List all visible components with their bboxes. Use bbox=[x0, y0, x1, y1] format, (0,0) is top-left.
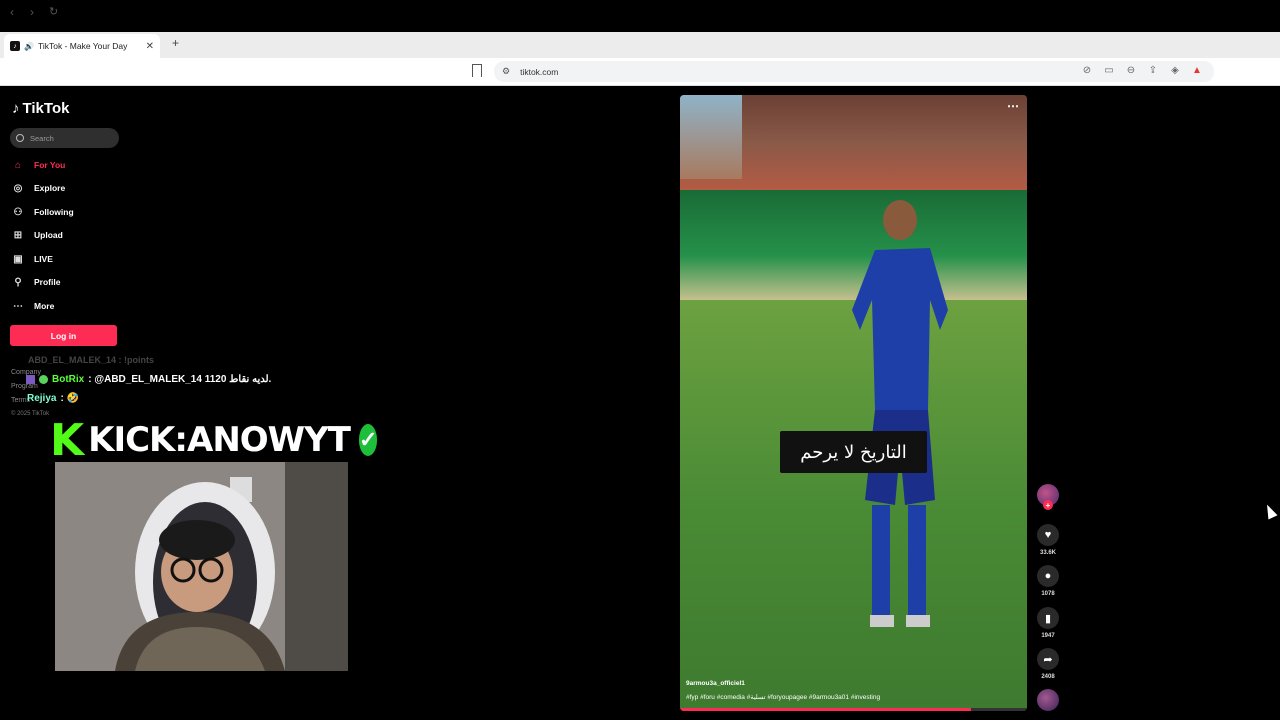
speaker-icon[interactable]: 🔊 bbox=[24, 42, 34, 51]
share-count: 2408 bbox=[1041, 674, 1055, 680]
live-icon: ▣ bbox=[13, 253, 23, 265]
share-page-icon[interactable]: ⇪ bbox=[1147, 65, 1159, 76]
kick-banner: K KICK:ANOWYT ✓ bbox=[50, 412, 381, 468]
video-player-figure bbox=[852, 200, 948, 627]
nav-explore[interactable]: ◎ Explore bbox=[12, 182, 66, 194]
browser-tab[interactable]: ♪ 🔊 TikTok - Make Your Day ✕ bbox=[4, 34, 160, 58]
verified-check-icon: ✓ bbox=[356, 421, 381, 459]
browser-tab-bar: ♪ 🔊 TikTok - Make Your Day ✕ bbox=[0, 32, 1280, 58]
site-info-icon[interactable]: ⚙ bbox=[502, 66, 510, 77]
share-icon[interactable]: ➦ bbox=[1037, 648, 1059, 670]
back-icon[interactable]: ‹ bbox=[10, 5, 14, 19]
video-reaction-face bbox=[680, 95, 742, 179]
brave-shield-icon[interactable]: ◈ bbox=[1169, 65, 1181, 76]
tracking-off-icon[interactable]: ⊘ bbox=[1081, 65, 1093, 76]
comment-count: 1078 bbox=[1041, 591, 1055, 597]
nav-for-you[interactable]: ⌂ For You bbox=[12, 159, 65, 171]
compass-icon: ◎ bbox=[13, 182, 23, 194]
comment-icon[interactable]: ● bbox=[1037, 565, 1059, 587]
share-action[interactable]: ➦ 2408 bbox=[1037, 648, 1059, 680]
like-count: 33.6K bbox=[1039, 550, 1056, 556]
tiktok-logo-text: TikTok bbox=[22, 100, 70, 117]
more-icon: ⋯ bbox=[13, 300, 23, 312]
streamer-webcam bbox=[55, 462, 348, 671]
bookmark-page-icon[interactable] bbox=[472, 64, 482, 77]
nav-upload[interactable]: ⊞ Upload bbox=[12, 229, 63, 241]
reload-icon[interactable]: ↻ bbox=[49, 5, 58, 18]
video-caption-overlay: التاريخ لا يرحم bbox=[780, 431, 927, 473]
tab-title: TikTok - Make Your Day bbox=[37, 41, 128, 51]
chat-line-botrix: BotRix : @ABD_EL_MALEK_14 لديه نقاط 1120… bbox=[26, 374, 271, 385]
bookmark-action[interactable]: ▮ 1947 bbox=[1037, 607, 1059, 639]
top-black-bar bbox=[0, 0, 1280, 32]
nav-label: LIVE bbox=[34, 254, 53, 264]
video-progress-fill bbox=[680, 708, 972, 711]
search-placeholder: Search bbox=[30, 133, 54, 143]
video-hashtags[interactable]: #fyp #foru #comedia #تسلية #foryoupagee … bbox=[686, 693, 880, 701]
video-username[interactable]: 9armou3a_officiel1 bbox=[686, 680, 745, 687]
mouse-cursor-icon bbox=[1262, 502, 1278, 520]
video-progress-bar[interactable] bbox=[680, 708, 1027, 711]
nav-label: Following bbox=[34, 207, 74, 217]
nav-label: For You bbox=[34, 160, 66, 170]
verified-badge-icon bbox=[39, 375, 48, 384]
follow-plus-icon[interactable]: + bbox=[1043, 500, 1053, 510]
music-disc-icon[interactable] bbox=[1037, 689, 1059, 711]
nav-label: Explore bbox=[34, 183, 66, 193]
nav-following[interactable]: ⚇ Following bbox=[12, 206, 74, 218]
chat-username: BotRix bbox=[52, 374, 85, 385]
home-icon: ⌂ bbox=[14, 159, 22, 171]
close-tab-icon[interactable]: ✕ bbox=[146, 41, 154, 52]
creator-avatar[interactable]: + bbox=[1037, 484, 1059, 510]
url-text: tiktok.com bbox=[520, 66, 559, 77]
video-more-icon[interactable]: ⋯ bbox=[1007, 99, 1019, 113]
following-icon: ⚇ bbox=[13, 206, 23, 218]
cast-icon[interactable]: ▭ bbox=[1103, 65, 1115, 76]
tiktok-favicon-icon: ♪ bbox=[10, 41, 20, 51]
tiktok-logo[interactable]: ♪ TikTok bbox=[12, 100, 69, 117]
bookmark-count: 1947 bbox=[1041, 633, 1055, 639]
search-icon bbox=[16, 134, 24, 142]
chat-message: : @ABD_EL_MALEK_14 لديه نقاط 1120. bbox=[88, 374, 272, 385]
search-input[interactable]: Search bbox=[10, 128, 119, 148]
chat-message: : 🤣 bbox=[60, 393, 80, 404]
kick-logo: K bbox=[50, 412, 85, 468]
brave-rewards-icon[interactable]: ▲ bbox=[1191, 65, 1203, 76]
zoom-icon[interactable]: ⊖ bbox=[1125, 65, 1137, 76]
bookmark-icon[interactable]: ▮ bbox=[1037, 607, 1059, 629]
nav-label: Profile bbox=[34, 277, 61, 287]
nav-live[interactable]: ▣ LIVE bbox=[12, 253, 53, 265]
kick-logo-letter: K bbox=[50, 414, 85, 466]
chat-username: Rejiya bbox=[27, 393, 57, 404]
upload-icon: ⊞ bbox=[13, 229, 23, 241]
mod-badge-icon bbox=[26, 375, 35, 384]
tiktok-note-icon: ♪ bbox=[12, 100, 20, 117]
login-button[interactable]: Log in bbox=[10, 325, 117, 346]
kick-handle-text: KICK:ANOWYT bbox=[88, 420, 351, 460]
nav-label: Upload bbox=[34, 230, 63, 240]
nav-label: More bbox=[34, 301, 55, 311]
chat-faded-line: ABD_EL_MALEK_14 : !points bbox=[28, 355, 155, 365]
video-player[interactable]: التاريخ لا يرحم ⋯ 9armou3a_officiel1 #fy… bbox=[680, 95, 1027, 711]
chat-line-rejiya: Rejiya : 🤣 bbox=[27, 393, 79, 404]
profile-icon: ⚲ bbox=[14, 276, 22, 288]
nav-more[interactable]: ⋯ More bbox=[12, 300, 54, 312]
heart-icon[interactable]: ♥ bbox=[1037, 524, 1059, 546]
forward-icon[interactable]: › bbox=[30, 5, 34, 19]
nav-profile[interactable]: ⚲ Profile bbox=[12, 276, 60, 288]
like-action[interactable]: ♥ 33.6K bbox=[1037, 524, 1059, 556]
comment-action[interactable]: ● 1078 bbox=[1037, 565, 1059, 597]
footer-copyright: © 2025 TikTok bbox=[11, 411, 50, 417]
new-tab-button[interactable]: + bbox=[172, 36, 179, 50]
